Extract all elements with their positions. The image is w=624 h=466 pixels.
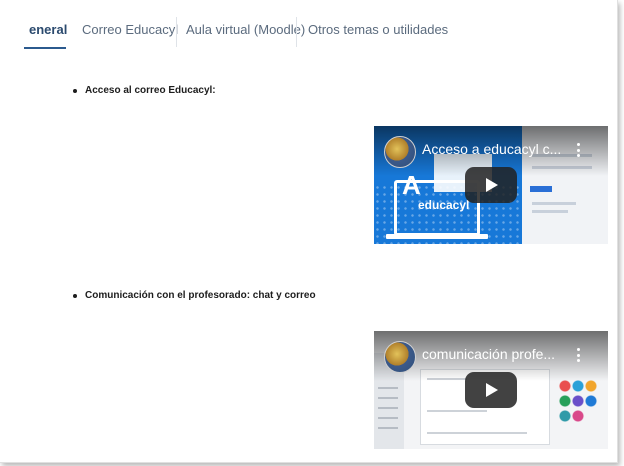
sidebar-line — [378, 427, 398, 429]
channel-avatar-icon[interactable] — [384, 341, 416, 373]
section-heading-text: Acceso al correo Educacyl: — [85, 85, 216, 96]
sidebar-line — [378, 397, 398, 399]
panel-line — [427, 410, 487, 412]
channel-avatar-icon[interactable] — [384, 136, 416, 168]
tab-otros-temas[interactable]: Otros temas o utilidades — [308, 22, 448, 37]
play-button[interactable] — [465, 372, 517, 408]
section-heading-correo: Acceso al correo Educacyl: — [73, 85, 216, 96]
video-title[interactable]: Acceso a educacyl c... — [422, 141, 572, 157]
tab-correo-educacyl[interactable]: Correo Educacyl — [82, 22, 178, 37]
sidebar-line — [378, 407, 398, 409]
play-button[interactable] — [465, 167, 517, 203]
form-line — [532, 202, 576, 205]
section-heading-text: Comunicación con el profesorado: chat y … — [85, 290, 316, 301]
tab-aula-virtual[interactable]: Aula virtual (Moodle) — [186, 22, 305, 37]
video-embed-comunicacion[interactable]: comunicación profe... — [374, 331, 608, 449]
form-line — [532, 210, 568, 213]
tab-divider — [176, 17, 177, 47]
active-tab-indicator — [24, 47, 66, 49]
thumbnail-login-button — [530, 186, 552, 192]
thumbnail-app-tiles — [558, 379, 598, 425]
tab-divider — [296, 17, 297, 47]
bullet-dot — [73, 293, 77, 298]
panel-line — [427, 432, 527, 434]
video-embed-acceso-educacyl[interactable]: A educacyl Acceso a educacyl c... — [374, 126, 608, 244]
more-vert-icon[interactable] — [574, 140, 582, 160]
laptop-base — [386, 234, 488, 239]
play-icon — [486, 383, 498, 397]
sidebar-line — [378, 387, 398, 389]
page-frame: eneral Correo Educacyl Aula virtual (Moo… — [0, 0, 618, 463]
section-heading-comunicacion: Comunicación con el profesorado: chat y … — [73, 290, 316, 301]
sidebar-line — [378, 417, 398, 419]
play-icon — [486, 178, 498, 192]
tab-strip: eneral Correo Educacyl Aula virtual (Moo… — [0, 14, 617, 49]
more-vert-icon[interactable] — [574, 345, 582, 365]
bullet-dot — [73, 88, 77, 93]
tab-general[interactable]: eneral — [29, 22, 67, 37]
video-title[interactable]: comunicación profe... — [422, 346, 572, 362]
thumbnail-brand-text: educacyl — [418, 198, 470, 212]
